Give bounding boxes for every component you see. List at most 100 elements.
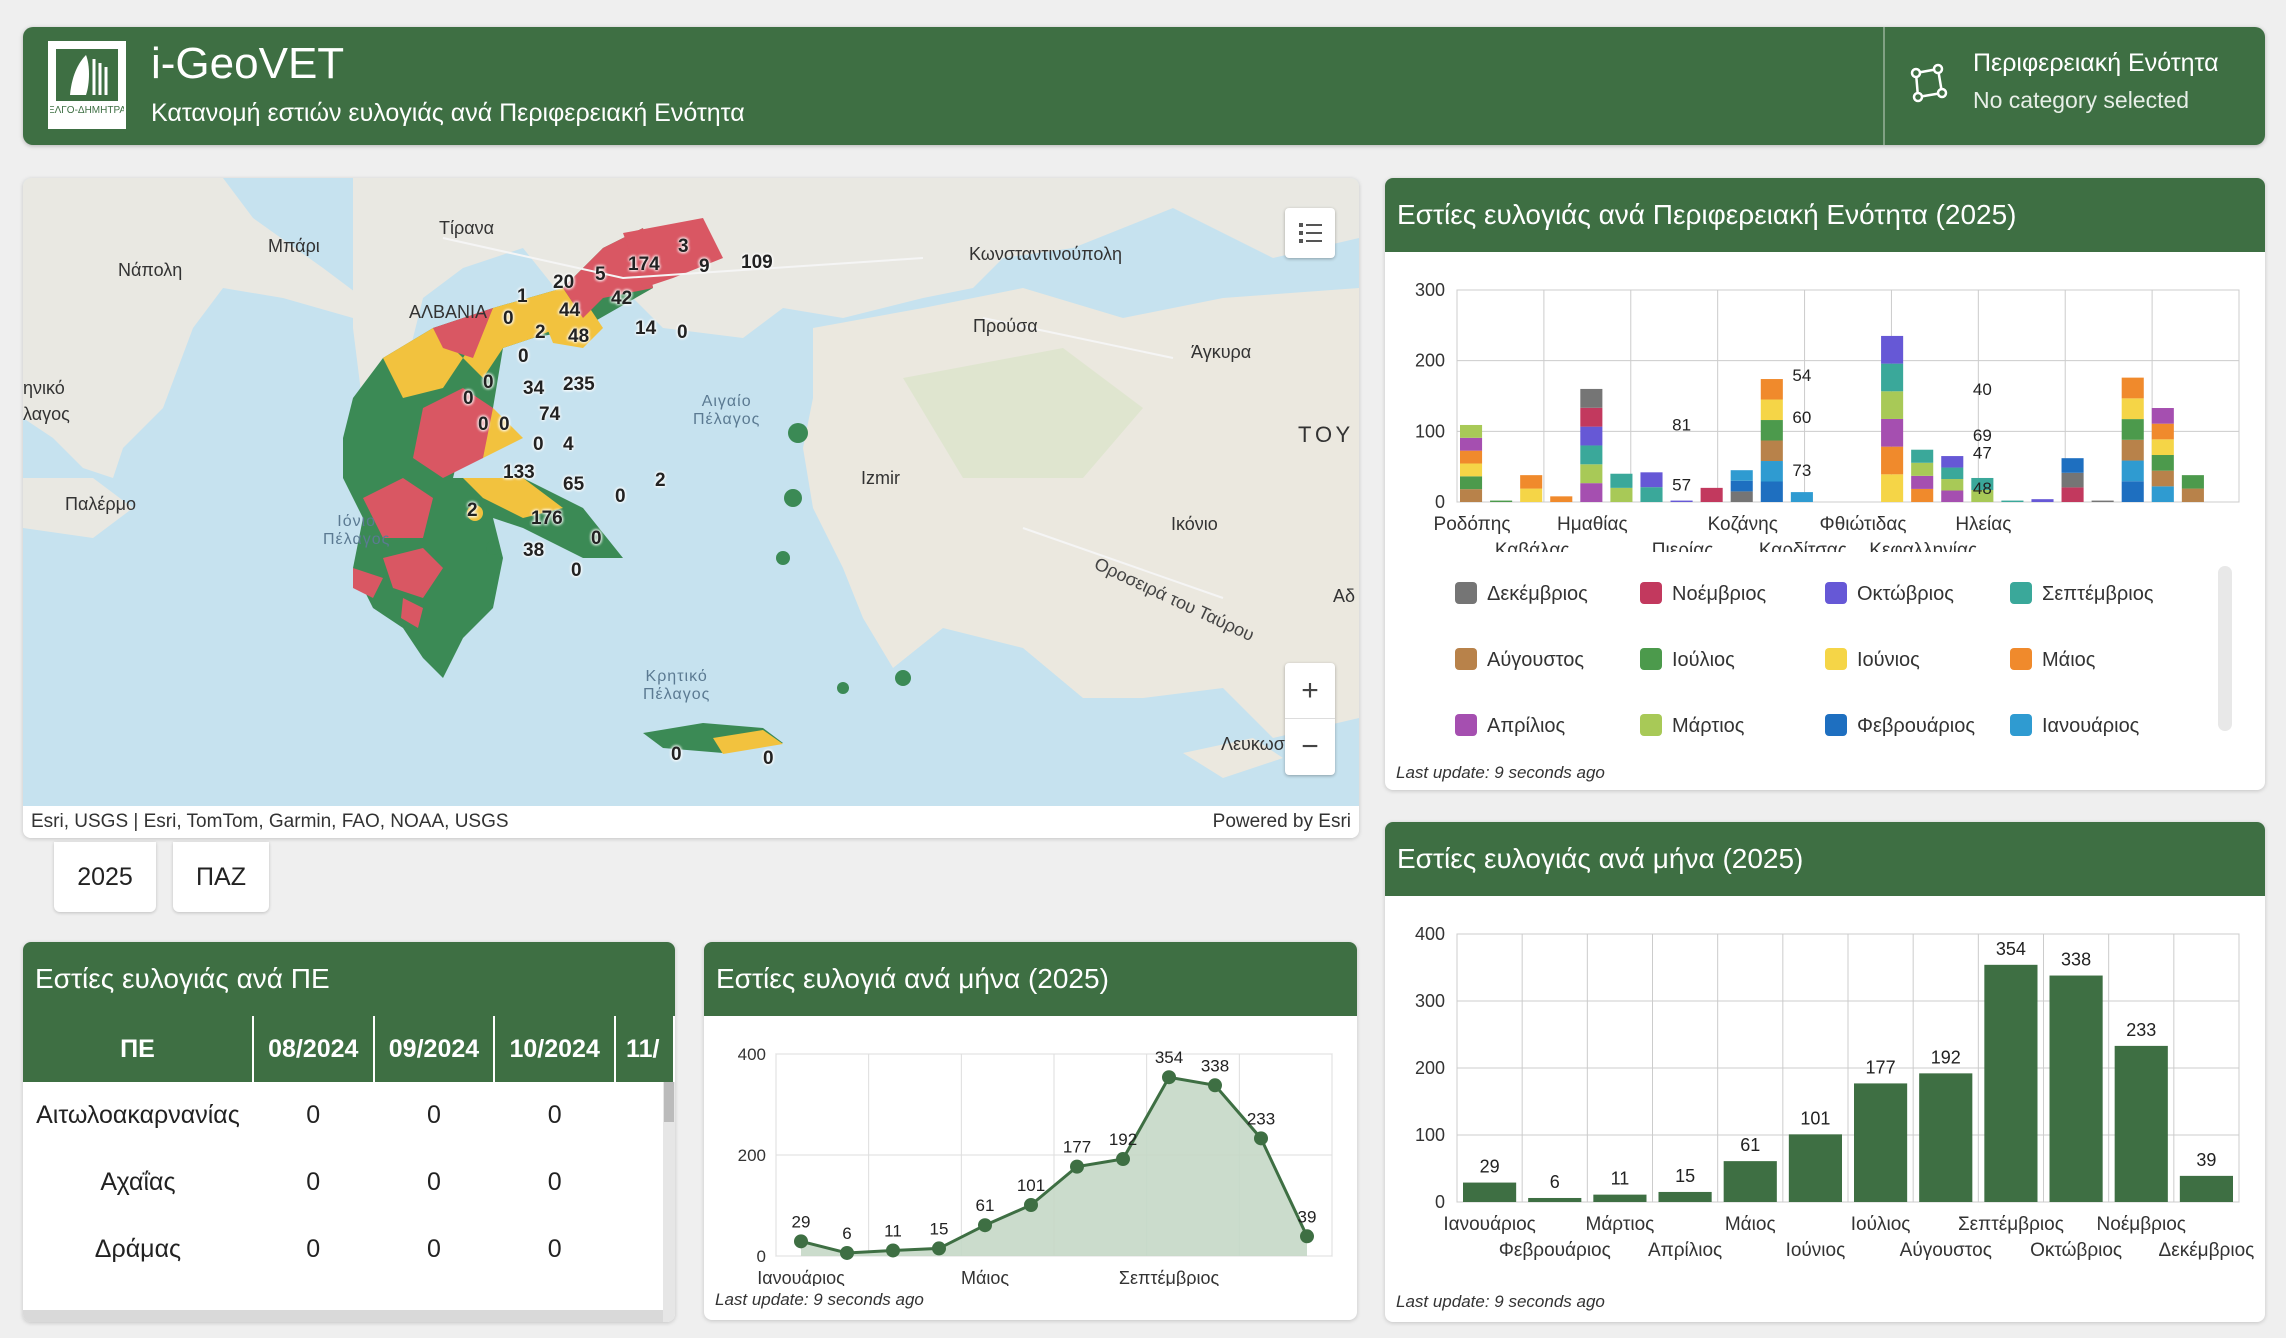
legend-item[interactable]: Ιανουάριος — [2010, 714, 2139, 738]
stacked-bar-segment — [2151, 439, 2174, 456]
legend-item[interactable]: Απρίλιος — [1455, 714, 1565, 738]
legend-swatch — [1640, 714, 1662, 736]
place-label: ΤΟΥ — [1298, 422, 1355, 447]
segment-label: 40 — [1973, 380, 1992, 399]
stacked-bar-segment — [2061, 487, 2084, 502]
stacked-bar-segment — [2121, 377, 2144, 399]
x-tick-label: Καρδίτσας — [1759, 540, 1847, 552]
place-label: Ικόνιο — [1171, 514, 1218, 534]
tab-2025[interactable]: 2025 — [54, 842, 156, 912]
place-label: Παλέρμο — [65, 494, 137, 514]
outbreak-count-label: 38 — [523, 540, 545, 561]
legend-item[interactable]: Ιούνιος — [1825, 648, 1920, 672]
data-point — [794, 1234, 808, 1249]
stacked-bar-segment — [1640, 487, 1663, 502]
legend-label: Σεπτέμβριος — [2042, 583, 2154, 605]
segment-label: 47 — [1973, 444, 1992, 463]
x-tick-label: Ηλείας — [1955, 514, 2011, 535]
bar-chart-title: Εστίες ευλογιάς ανά μήνα (2025) — [1385, 822, 2265, 896]
bar — [1919, 1073, 1973, 1202]
table-horizontal-scrollbar[interactable] — [23, 1310, 663, 1322]
filter-value[interactable]: No category selected — [1973, 87, 2189, 114]
zoom-in-button[interactable]: + — [1285, 663, 1335, 719]
stacked-bar-segment — [1881, 335, 1904, 364]
table-row[interactable]: Αχαΐας 0 0 0 — [23, 1149, 674, 1216]
stacked-bar-segment — [1881, 391, 1904, 419]
stacked-bar-segment — [2031, 499, 2054, 502]
legend-scrollbar[interactable] — [2218, 566, 2232, 731]
column-header[interactable]: 09/2024 — [373, 1016, 496, 1082]
data-label: 192 — [1931, 1047, 1961, 1067]
table-cell: 0 — [427, 1168, 441, 1196]
column-header[interactable]: 10/2024 — [494, 1016, 617, 1082]
map-canvas[interactable]: Οροσειρά του Ταύρου — [23, 178, 1359, 806]
app-title: i-GeoVET — [151, 39, 345, 88]
stacked-bar-segment — [1911, 488, 1934, 502]
stacked-bar-segment — [1881, 474, 1904, 502]
outbreak-count-label: 174 — [628, 254, 660, 275]
legend-item[interactable]: Δεκέμβριος — [1455, 582, 1588, 606]
outbreak-count-label: 0 — [533, 434, 544, 455]
data-label: 101 — [1017, 1176, 1045, 1195]
stacked-bar-segment — [1730, 480, 1753, 492]
legend-label: Αύγουστος — [1487, 649, 1585, 671]
x-tick-label: Κοζάνης — [1708, 514, 1778, 535]
bar — [1854, 1083, 1908, 1202]
legend-item[interactable]: Μάιος — [2010, 648, 2095, 672]
column-header[interactable]: 08/2024 — [252, 1016, 375, 1082]
zoom-out-button[interactable]: − — [1285, 719, 1335, 775]
outbreak-count-label: 0 — [763, 748, 774, 769]
monthly-line-chart[interactable]: 0 200 400 29 6 11 15 61 101 177 192 354 338 233 39 Ιανο… — [704, 1016, 1357, 1286]
outbreaks-table: ΠΕ 08/2024 09/2024 10/2024 11/ Αιτωλοακα… — [23, 1016, 675, 1283]
legend-label: Μάρτιος — [1672, 715, 1745, 737]
stacked-bar-segment — [1730, 470, 1753, 481]
app-header: ΕΛΓΟ-ΔΗΜΗΤΡΑ i-GeoVET Κατανομή εστιών ευ… — [23, 27, 2265, 145]
stacked-bar-segment — [1941, 490, 1964, 502]
polygon-select-icon[interactable] — [1908, 63, 1948, 108]
outbreak-count-label: 2 — [535, 322, 546, 343]
legend-item[interactable]: Φεβρουάριος — [1825, 714, 1975, 738]
segment-label: 60 — [1792, 408, 1811, 427]
place-label: Προύσα — [973, 316, 1038, 336]
outbreak-count-label: 3 — [678, 236, 689, 257]
table-cell: 0 — [306, 1101, 321, 1129]
outbreak-count-label: 0 — [571, 560, 582, 581]
table-scroll-thumb[interactable] — [664, 1082, 674, 1122]
map-legend-button[interactable] — [1285, 208, 1335, 258]
sea-label-cretan: Κρητικό Πέλαγος — [643, 668, 711, 703]
legend-item[interactable]: Νοέμβριος — [1640, 582, 1766, 606]
legend-item[interactable]: Ιούλιος — [1640, 648, 1735, 672]
stacked-bar-segment — [1911, 462, 1934, 476]
data-label: 177 — [1866, 1057, 1896, 1077]
data-point — [840, 1245, 854, 1260]
stacked-bar-segment — [2121, 439, 2144, 461]
legend-label: Φεβρουάριος — [1857, 715, 1975, 737]
legend-item[interactable]: Μάρτιος — [1640, 714, 1744, 738]
column-header[interactable]: 11/ — [615, 1016, 675, 1082]
y-tick-label: 0 — [1435, 492, 1445, 512]
stacked-bar-segment — [1580, 407, 1603, 427]
powered-by-esri[interactable]: Powered by Esri — [1213, 806, 1351, 838]
legend-list-icon[interactable] — [1285, 208, 1335, 258]
place-label: ηνικό — [23, 378, 65, 398]
tab-paz[interactable]: ΠΑΖ — [173, 842, 269, 912]
data-label: 29 — [792, 1212, 811, 1231]
monthly-bar-chart[interactable]: 0 100 200 300 400 29 Ιανουάριος 6 Φεβρουάριος 11 Μ… — [1385, 896, 2265, 1296]
stacked-bar-segment — [1760, 420, 1783, 441]
legend-item[interactable]: Οκτώβριος — [1825, 582, 1954, 606]
outbreak-count-label: 0 — [478, 414, 489, 435]
legend-item[interactable]: Αύγουστος — [1455, 648, 1584, 672]
legend-swatch — [2010, 714, 2032, 736]
table-row[interactable]: Αιτωλοακαρνανίας 0 0 0 — [23, 1082, 674, 1149]
y-tick-label: 400 — [1415, 924, 1445, 944]
outbreak-count-label: 74 — [539, 404, 561, 425]
legend-item[interactable]: Σεπτέμβριος — [2010, 582, 2154, 606]
filter-title[interactable]: Περιφερειακή Ενότητα — [1973, 49, 2219, 78]
data-point — [1208, 1078, 1222, 1093]
table-row[interactable]: Δράμας 0 0 0 — [23, 1216, 674, 1283]
column-header[interactable]: ΠΕ — [23, 1016, 254, 1082]
outbreak-count-label: 2 — [467, 500, 478, 521]
stacked-bar-chart[interactable]: 0 100 200 300 81 57 54 60 73 40 47 48 69 Ροδόπης Καβάλ… — [1385, 252, 2265, 552]
legend-label: Δεκέμβριος — [1487, 583, 1588, 605]
map-view[interactable]: Οροσειρά του Ταύρου Μπάρι Τίρανα Νάπολη … — [23, 178, 1359, 838]
